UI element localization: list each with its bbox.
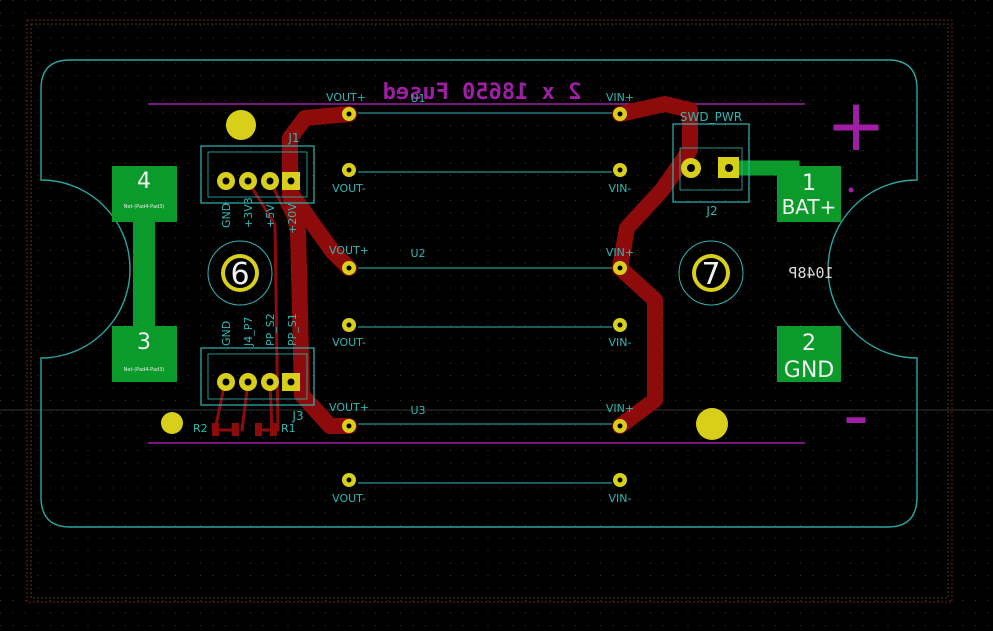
u1-vin-plus: VIN+ — [606, 91, 634, 104]
resistor-r1-ref: R1 — [281, 422, 296, 435]
pad-1-net: BAT+ — [782, 195, 837, 219]
board-id: 1048P — [788, 264, 833, 282]
mounting-hole-7-label: 7 — [701, 257, 720, 292]
u2-vout-minus: VOUT- — [332, 336, 366, 349]
resistor-r2-ref: R2 — [193, 422, 208, 435]
u1-ref: U1 — [410, 92, 425, 105]
u1-vout-plus: VOUT+ — [326, 91, 366, 104]
pad-2-number: 2 — [802, 331, 816, 356]
u3-vout-minus: VOUT- — [332, 492, 366, 505]
svg-text:+20V: +20V — [286, 203, 299, 234]
mounting-hole-6-label: 6 — [230, 257, 249, 292]
svg-text:PP_S2: PP_S2 — [264, 313, 277, 346]
connector-j3-ref: J3 — [291, 409, 303, 423]
u2-vin-minus: VIN- — [609, 336, 632, 349]
pad-4-net: Net-(Pad4-Pad3) — [124, 204, 165, 210]
u2-ref: U2 — [410, 247, 425, 260]
pad-2-net: GND — [784, 358, 834, 383]
u3-vin-minus: VIN- — [609, 492, 632, 505]
fiducial-top-left — [226, 110, 256, 140]
fiducial-left — [161, 412, 183, 434]
u2-vin-plus: VIN+ — [606, 246, 634, 259]
u3-vout-plus: VOUT+ — [329, 401, 369, 414]
svg-text:PP_S1: PP_S1 — [286, 313, 299, 346]
plus-dot — [848, 187, 854, 193]
u1-vin-minus: VIN- — [609, 182, 632, 195]
u3-ref: U3 — [410, 404, 425, 417]
svg-text:GND: GND — [220, 203, 233, 228]
connector-j1-ref: J1 — [287, 131, 299, 145]
minus-marking: - — [843, 373, 869, 457]
svg-text:+5V: +5V — [264, 204, 277, 228]
pad-4-number: 4 — [137, 169, 151, 194]
pad-3-net: Net-(Pad4-Pad3) — [124, 367, 165, 373]
fiducial-bottom-right — [696, 408, 728, 440]
plus-marking: + — [826, 83, 886, 167]
pcb-layout-view: 4 Net-(Pad4-Pad3) 3 Net-(Pad4-Pad3) 1 BA… — [0, 0, 993, 631]
pad-1-number: 1 — [802, 171, 816, 196]
connector-j2-label: SWD_PWR — [680, 110, 742, 124]
u1-vout-minus: VOUT- — [332, 182, 366, 195]
u3-vin-plus: VIN+ — [606, 402, 634, 415]
svg-text:J4_P7: J4_P7 — [242, 317, 255, 347]
svg-text:GND: GND — [220, 321, 233, 346]
u2-vout-plus: VOUT+ — [329, 244, 369, 257]
svg-text:+3V3: +3V3 — [242, 197, 255, 228]
pad-3-number: 3 — [137, 330, 151, 355]
connector-j2-ref: J2 — [705, 204, 717, 218]
